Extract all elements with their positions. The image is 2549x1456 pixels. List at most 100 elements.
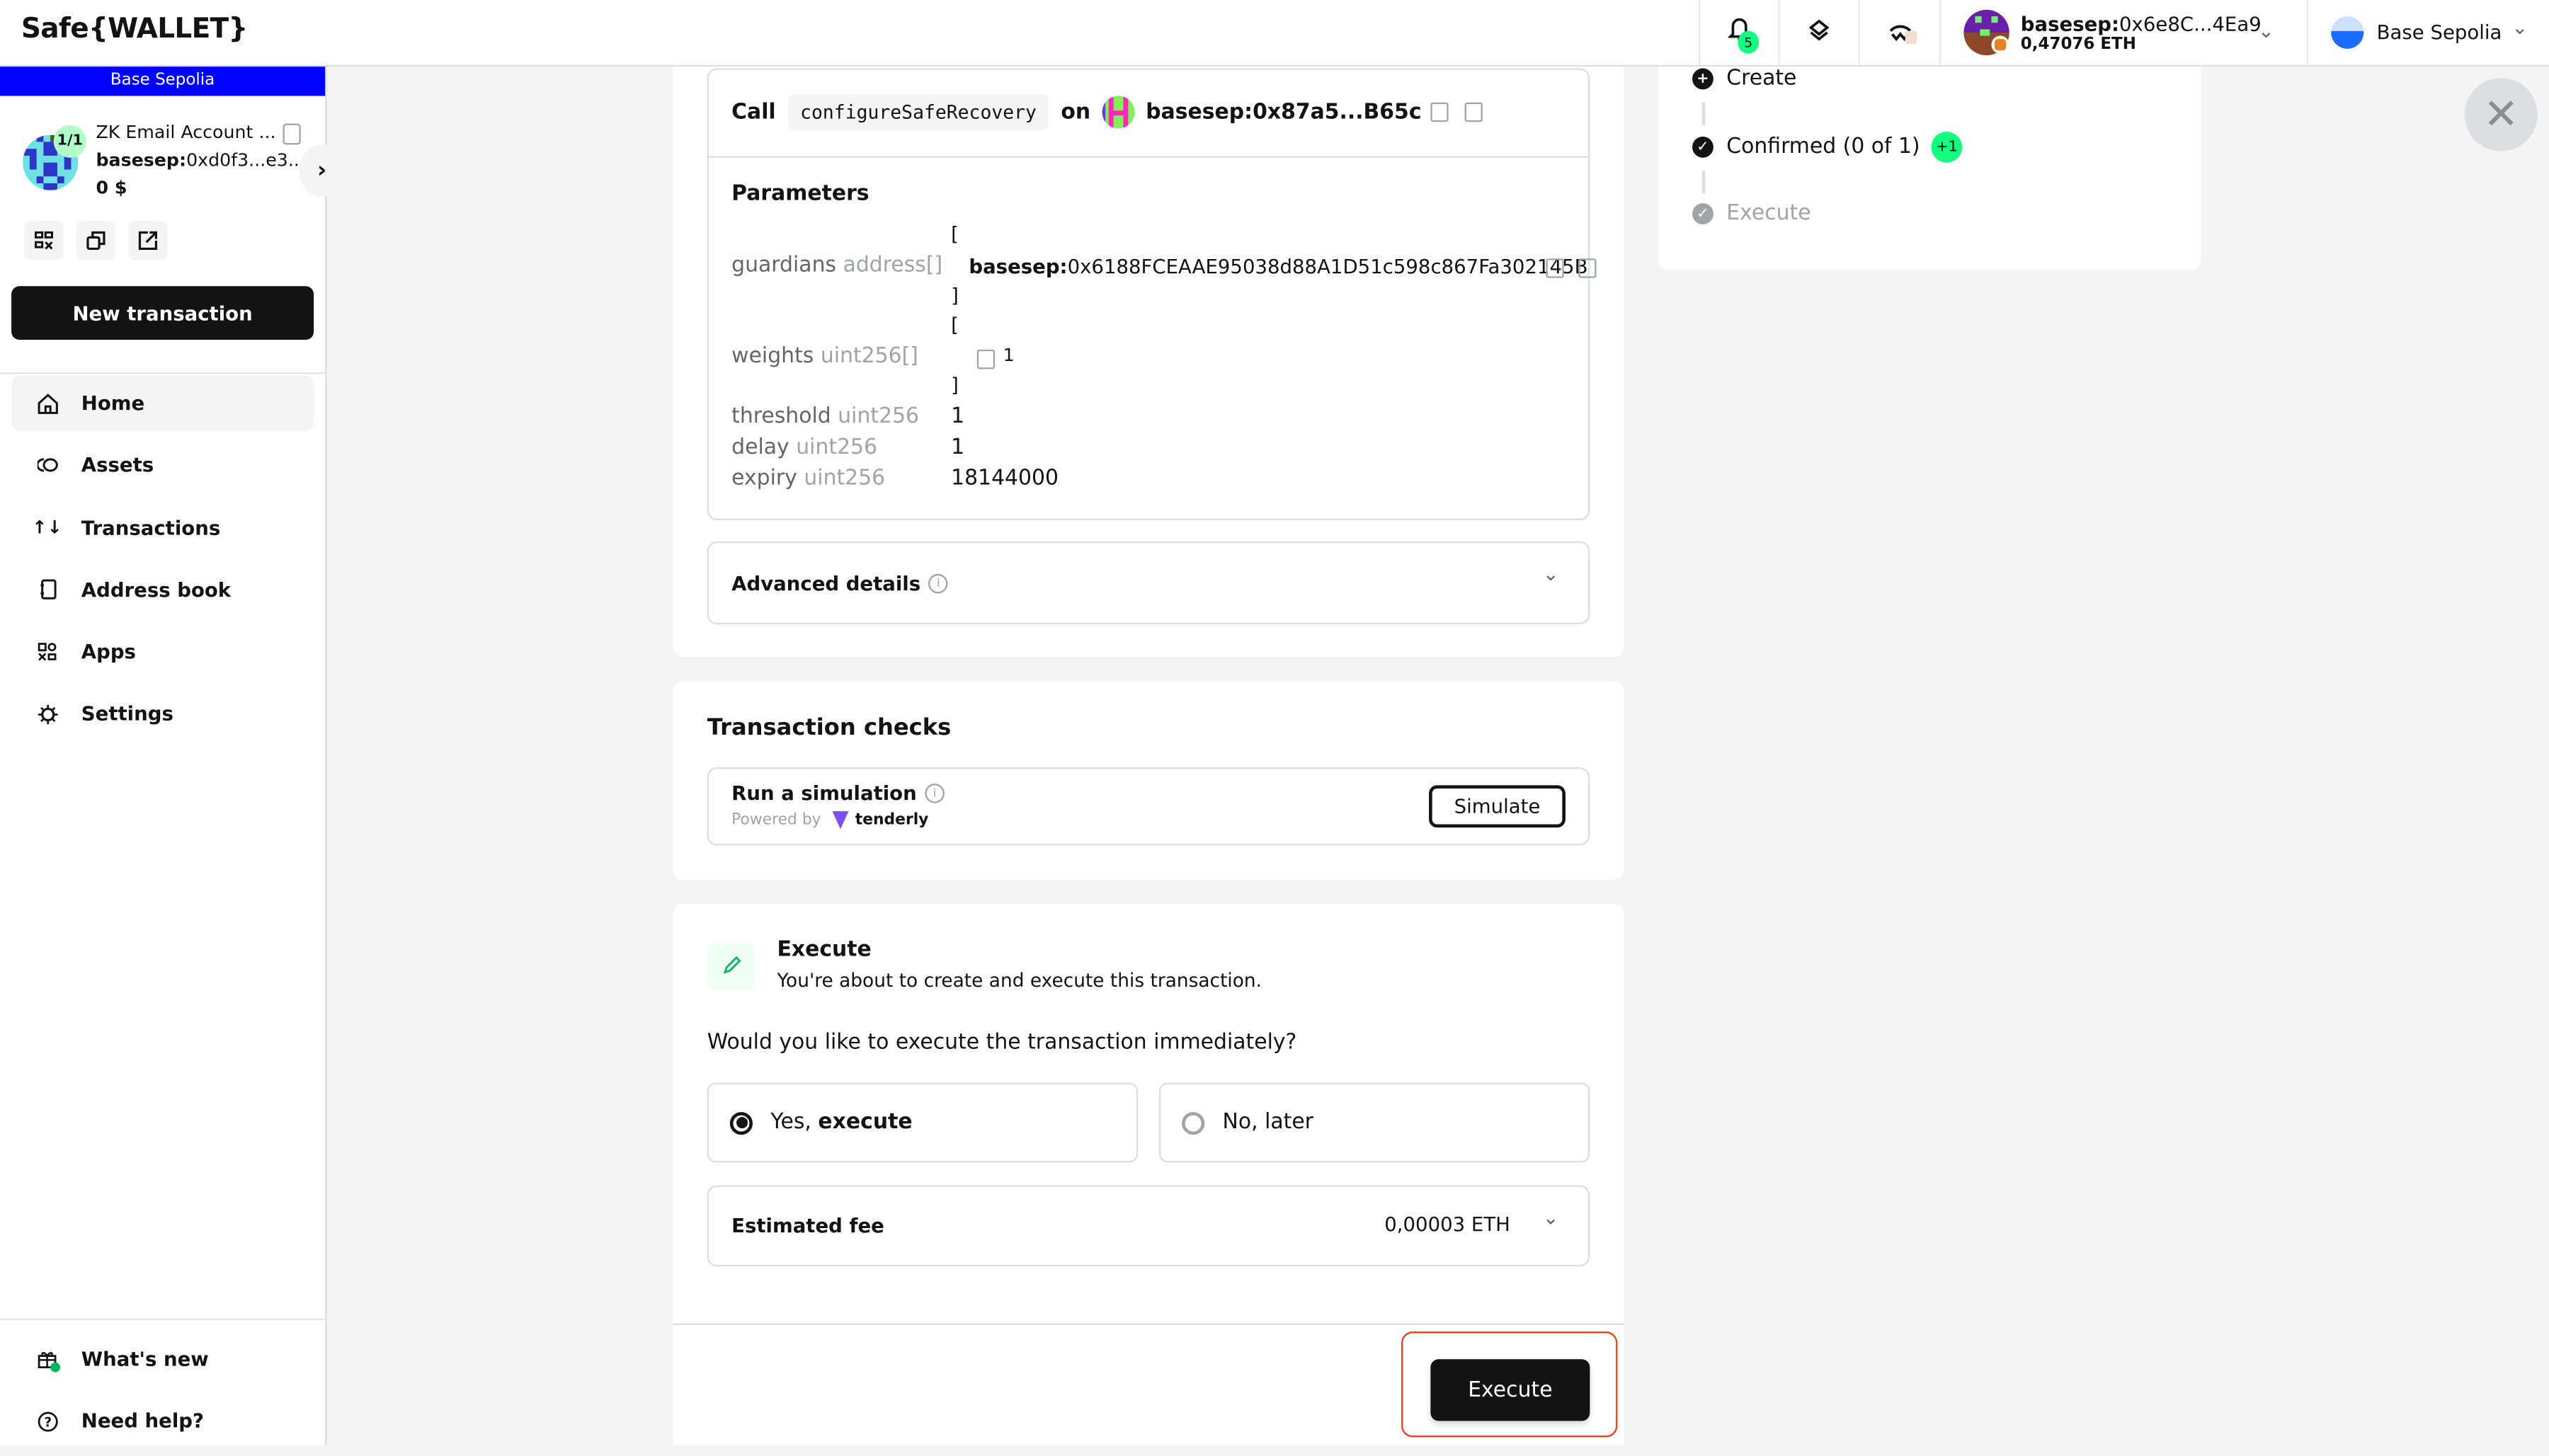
copy-icon[interactable] [1431, 102, 1449, 122]
simulation-title: Run a simulation i [731, 782, 945, 805]
safe-balance: 0 $ [96, 177, 127, 199]
bell-icon: 5 [1727, 16, 1760, 54]
sidebar-item-need-help[interactable]: ? Need help? [11, 1394, 314, 1449]
app-root: Safe{WALLET} 5 basesep:0x6e8C...4Ea9 0,4… [0, 0, 2549, 1445]
option-label: Yes, [770, 1110, 819, 1135]
apps-icon [36, 641, 59, 663]
copy-icon[interactable] [976, 349, 996, 369]
threshold-badge: 1/1 [53, 125, 86, 158]
guardian-address: basesep:0x6188FCEAAE95038d88A1D51c598c86… [969, 255, 1588, 278]
open-explorer-button[interactable] [128, 221, 168, 260]
top-header: Safe{WALLET} 5 basesep:0x6e8C...4Ea9 0,4… [0, 0, 2549, 67]
external-link-icon [138, 225, 158, 256]
address-book-icon[interactable] [283, 123, 301, 145]
param-value: 18144000 [951, 466, 1059, 491]
sidebar-bottom-nav: What's new ? Need help? [11, 1331, 314, 1456]
radio-unselected[interactable] [1182, 1111, 1205, 1135]
option-label: No, later [1222, 1110, 1314, 1135]
estimated-fee-accordion[interactable]: Estimated fee 0,00003 ETH ⌄ [707, 1185, 1590, 1267]
param-name: delay uint256 [731, 435, 878, 461]
base-network-icon [2331, 16, 2364, 49]
array-open-bracket: [ [951, 314, 959, 337]
execute-question: Would you like to execute the transactio… [707, 1031, 1297, 1055]
transactions-icon: ↑↓ [32, 517, 62, 539]
simulate-button[interactable]: Simulate [1429, 785, 1566, 828]
batch-button[interactable] [1778, 0, 1858, 65]
weight-value: 1 [1003, 344, 1015, 366]
decoded-data-card: Call configureSafeRecovery on basesep:0x… [707, 68, 1597, 521]
plus-circle-icon: + [1692, 68, 1713, 90]
safe-logo[interactable]: Safe{WALLET} [21, 13, 248, 45]
array-open-bracket: [ [951, 222, 959, 246]
close-button[interactable]: ✕ [2464, 78, 2538, 151]
step-label: Execute [1726, 201, 1811, 227]
svg-text:?: ? [43, 1415, 51, 1430]
array-close-bracket: ] [951, 284, 959, 308]
execute-button[interactable]: Execute [1430, 1359, 1590, 1421]
chevron-down-icon: ⌄ [2511, 16, 2528, 40]
array-close-bracket: ] [951, 374, 959, 397]
on-label: on [1061, 100, 1091, 125]
walletconnect-icon [1886, 17, 1916, 48]
chevron-down-icon: ⌄ [1542, 1206, 1559, 1229]
divider [0, 372, 326, 374]
chevron-right-icon: › [317, 157, 327, 184]
walletconnect-button[interactable] [1858, 0, 1939, 65]
sidebar-item-label: Assets [81, 454, 154, 477]
method-name: configureSafeRecovery [789, 94, 1049, 130]
check-circle-icon: ✓ [1692, 203, 1713, 224]
chevron-down-icon: ⌄ [2257, 19, 2274, 42]
notifications-button[interactable]: 5 [1699, 0, 1778, 65]
assets-icon [36, 454, 59, 477]
divider [0, 1318, 326, 1321]
info-icon: i [928, 573, 949, 593]
execute-subtitle: You're about to create and execute this … [777, 968, 1262, 992]
check-circle-icon: ✓ [1692, 136, 1713, 158]
sidebar-item-label: Address book [81, 578, 232, 602]
step-label: Create [1726, 67, 1797, 91]
param-value: 1 [951, 404, 965, 430]
sidebar-item-assets[interactable]: Assets [11, 438, 314, 493]
external-link-icon[interactable] [1465, 102, 1483, 122]
divider [673, 1323, 1624, 1325]
account-button[interactable]: basesep:0x6e8C...4Ea9 0,47076 ETH ⌄ [1939, 0, 2307, 65]
wallet-balance: 0,47076 ETH [2020, 35, 2136, 53]
advanced-details-accordion[interactable]: Advanced details i ⌄ [707, 541, 1590, 625]
option-no-later[interactable]: No, later [1158, 1082, 1590, 1163]
transaction-checks-title: Transaction checks [707, 715, 952, 742]
copy-icon [86, 225, 106, 256]
execute-icon-box [707, 943, 755, 990]
status-step-create: + Create [1692, 67, 1796, 91]
layers-icon [1808, 17, 1830, 48]
step-label: Confirmed (0 of 1) [1726, 134, 1920, 160]
radio-selected[interactable] [729, 1111, 753, 1135]
sidebar-item-whats-new[interactable]: What's new [11, 1331, 314, 1387]
external-link-icon[interactable] [1578, 258, 1597, 278]
info-icon: i [925, 784, 945, 803]
sidebar-item-settings[interactable]: Settings [11, 687, 314, 742]
notifications-count-badge: 5 [1738, 30, 1760, 54]
sidebar-item-home[interactable]: Home [11, 375, 314, 431]
new-transaction-button[interactable]: New transaction [11, 286, 314, 340]
copy-address-button[interactable] [76, 221, 116, 260]
param-value: 1 [951, 435, 965, 461]
sidebar-item-apps[interactable]: Apps [11, 624, 314, 680]
qr-code-button[interactable] [24, 221, 64, 260]
wallet-address: basesep:0x6e8C...4Ea9 [2020, 12, 2262, 35]
sidebar-item-label: Settings [81, 703, 173, 726]
network-selector[interactable]: Base Sepolia ⌄ [2306, 0, 2549, 65]
option-yes-execute[interactable]: Yes, execute [707, 1082, 1139, 1163]
copy-icon[interactable] [1546, 258, 1564, 278]
sidebar-item-transactions[interactable]: ↑↓ Transactions [11, 500, 314, 556]
help-icon: ? [36, 1410, 59, 1433]
call-row: Call configureSafeRecovery on basesep:0x… [731, 94, 1483, 130]
option-label-bold: execute [818, 1110, 913, 1135]
simulation-card: Run a simulation i Powered by tenderly S… [707, 767, 1590, 846]
transaction-status-panel: + Create ✓ Confirmed (0 of 1) +1 ✓ Execu… [1658, 67, 2201, 270]
network-name: Base Sepolia [2376, 21, 2502, 45]
parameters-title: Parameters [731, 182, 869, 207]
expand-safe-list-button[interactable]: › [299, 144, 345, 197]
sidebar-item-label: Need help? [81, 1410, 204, 1433]
sidebar-item-address-book[interactable]: Address book [11, 562, 314, 617]
powered-by: Powered by tenderly [731, 811, 929, 830]
